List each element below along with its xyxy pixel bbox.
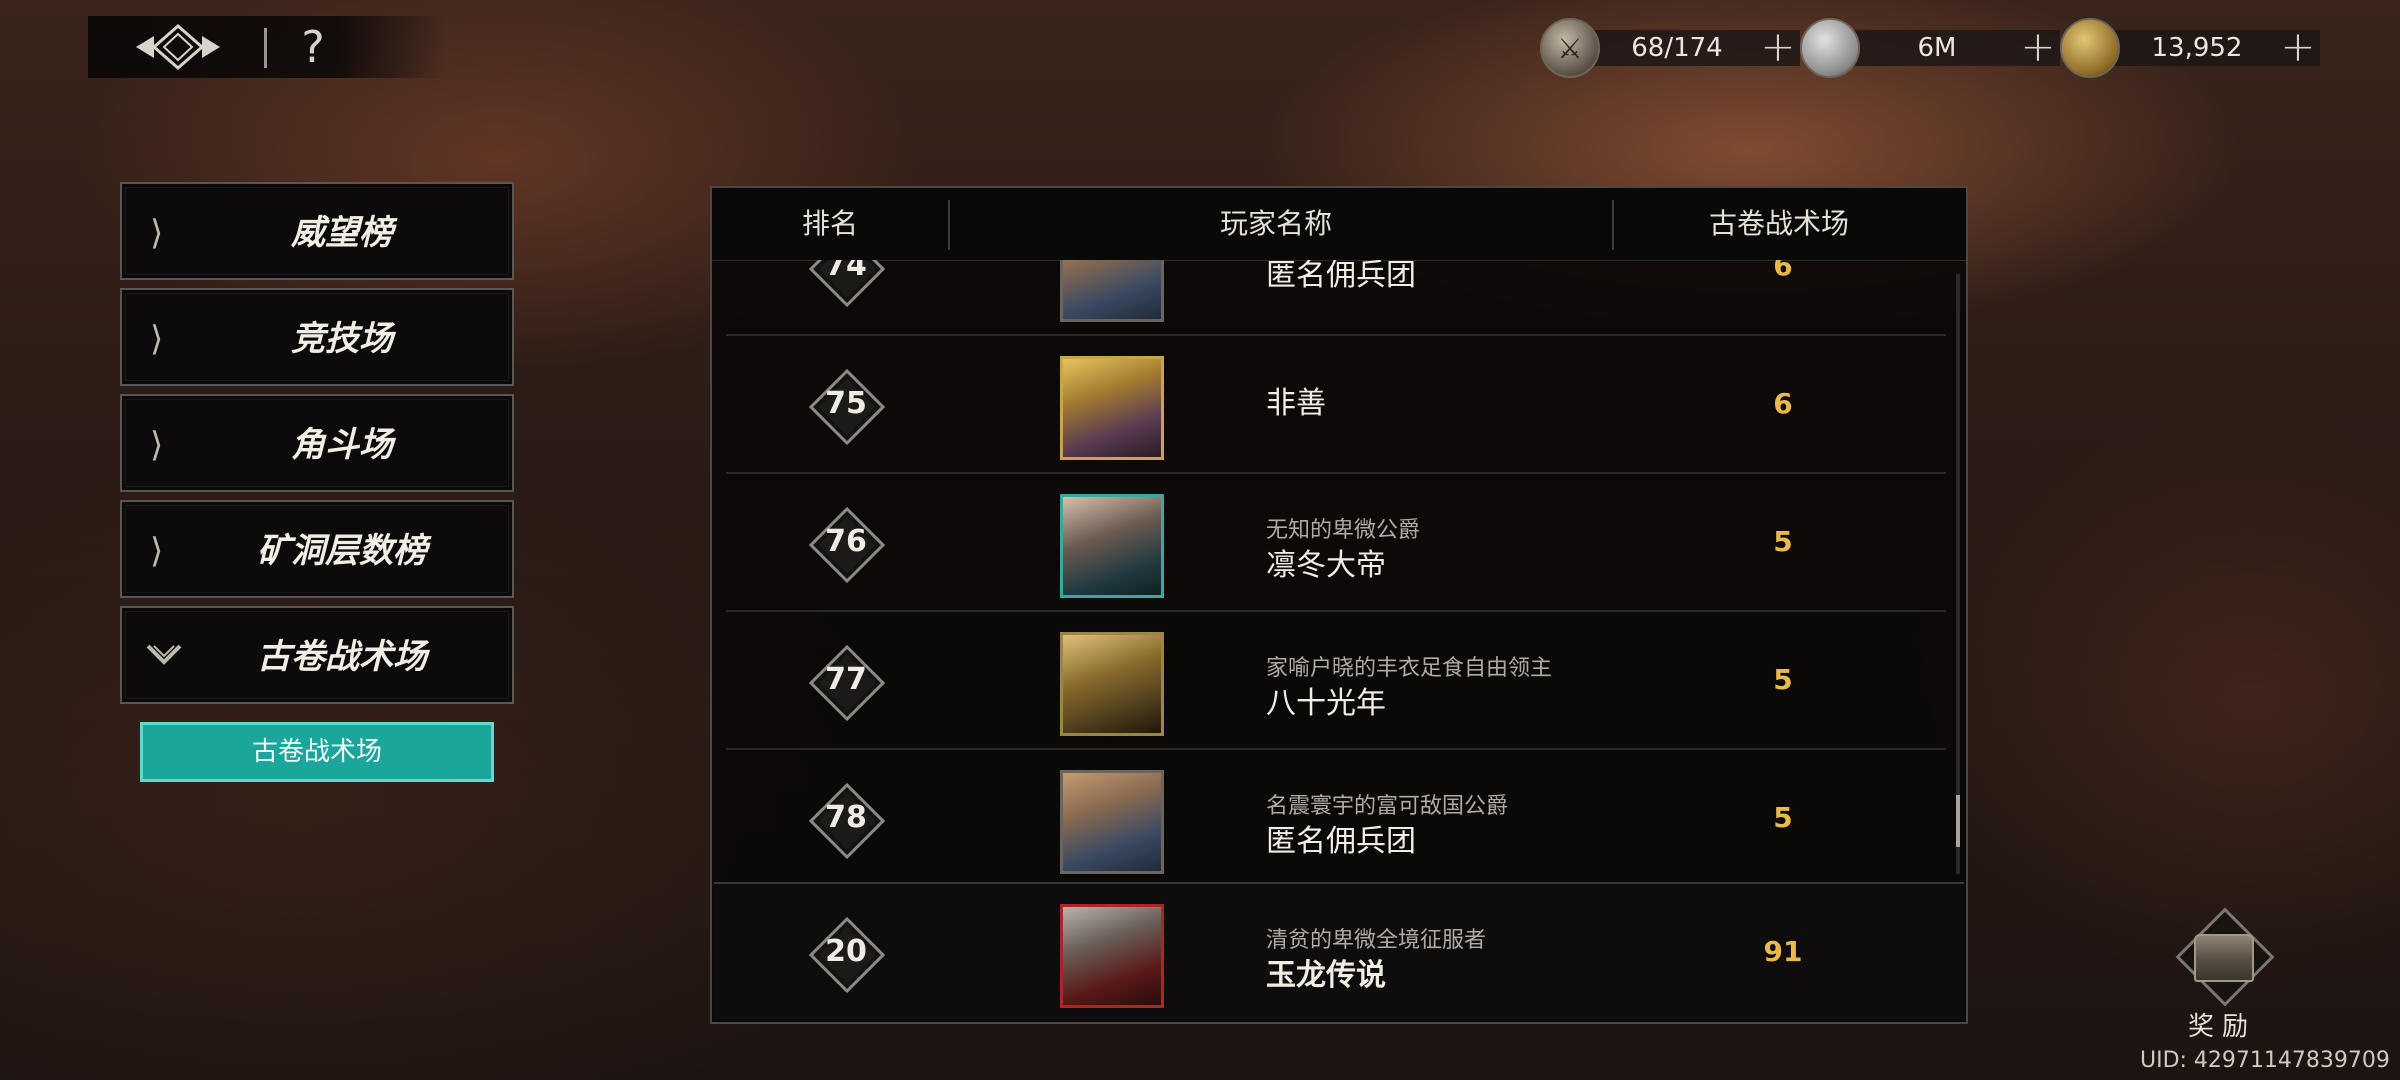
player-name: 匿名佣兵团 bbox=[1266, 824, 1416, 859]
divider bbox=[264, 28, 267, 68]
score: 5 bbox=[1773, 801, 1793, 834]
player-name: 匿名佣兵团 bbox=[1266, 260, 1416, 293]
reward-label: 奖励 bbox=[2187, 1012, 2256, 1042]
avatar bbox=[1060, 494, 1164, 598]
score: 5 bbox=[1773, 663, 1793, 696]
score: 6 bbox=[1773, 260, 1793, 282]
currency-stamina: ⚔ 68/174 + bbox=[1540, 18, 1810, 78]
sidebar-item-label: 威望榜 bbox=[291, 213, 393, 253]
silver-coin-icon bbox=[1800, 18, 1860, 78]
add-stamina-button[interactable]: + bbox=[1760, 26, 1796, 68]
user-id: UID: 42971147839709 bbox=[2140, 1048, 2390, 1073]
sidebar-item-mine-depth[interactable]: ⟩ 矿洞层数榜 bbox=[120, 500, 514, 598]
chevron-right-icon: ⟩ bbox=[150, 319, 164, 359]
sidebar-item-label: 矿洞层数榜 bbox=[257, 531, 427, 571]
table-row[interactable]: 78 名震寰宇的富可敌国公爵 匿名佣兵团 5 bbox=[726, 750, 1946, 880]
rank-number: 20 bbox=[825, 934, 867, 969]
top-left-bar: ? bbox=[88, 16, 448, 78]
player-name: 非善 bbox=[1266, 386, 1326, 421]
score: 5 bbox=[1773, 525, 1793, 558]
table-row[interactable]: 75 非善 6 bbox=[726, 336, 1946, 474]
rank-number: 76 bbox=[825, 524, 867, 559]
table-row: 20 清贫的卑微全境征服者 玉龙传说 91 bbox=[726, 884, 1946, 1020]
rank-number: 78 bbox=[825, 800, 867, 835]
sidebar-subitem-scroll-tactics[interactable]: 古卷战术场 bbox=[140, 722, 494, 782]
leaderboard-list[interactable]: 74 匿名佣兵团 6 75 非善 6 76 无知的卑微公爵 凛冬大帝 5 77 bbox=[712, 260, 1966, 880]
currency-silver: 6M + bbox=[1800, 18, 2070, 78]
reward-button[interactable]: 奖励 bbox=[2168, 907, 2276, 1042]
sidebar-item-prestige[interactable]: ⟩ 威望榜 bbox=[120, 182, 514, 280]
column-header-rank: 排名 bbox=[801, 207, 858, 240]
add-gold-button[interactable]: + bbox=[2280, 26, 2316, 68]
avatar bbox=[1060, 904, 1164, 1008]
sidebar-item-arena[interactable]: ⟩ 竞技场 bbox=[120, 288, 514, 386]
sidebar-item-label: 古卷战术场 bbox=[257, 637, 427, 677]
column-header-score: 古卷战术场 bbox=[1708, 207, 1849, 240]
table-row[interactable]: 77 家喻户晓的丰衣足食自由领主 八十光年 5 bbox=[726, 612, 1946, 750]
currency-gold: 13,952 + bbox=[2060, 18, 2330, 78]
add-silver-button[interactable]: + bbox=[2020, 26, 2056, 68]
avatar bbox=[1060, 770, 1164, 874]
table-row[interactable]: 74 匿名佣兵团 6 bbox=[726, 260, 1946, 336]
chevron-right-icon: ⟩ bbox=[150, 425, 164, 465]
player-name: 凛冬大帝 bbox=[1266, 548, 1386, 583]
score: 6 bbox=[1773, 387, 1793, 420]
scrollbar-track[interactable] bbox=[1956, 274, 1960, 874]
avatar bbox=[1060, 356, 1164, 460]
treasure-chest-icon bbox=[2194, 934, 2254, 982]
player-name: 八十光年 bbox=[1266, 686, 1386, 721]
stamina-icon: ⚔ bbox=[1540, 18, 1600, 78]
currency-value: 6M bbox=[1917, 33, 1957, 63]
column-header-player-name: 玩家名称 bbox=[1219, 207, 1332, 240]
sidebar-item-label: 竞技场 bbox=[291, 319, 393, 359]
rank-number: 75 bbox=[825, 386, 867, 421]
chevron-down-icon bbox=[144, 636, 182, 674]
table-row[interactable]: 76 无知的卑微公爵 凛冬大帝 5 bbox=[726, 474, 1946, 612]
rank-number: 74 bbox=[825, 260, 867, 283]
emblem-back-icon[interactable] bbox=[130, 22, 226, 72]
chevron-right-icon: ⟩ bbox=[150, 213, 164, 253]
help-button[interactable]: ? bbox=[288, 22, 338, 73]
leaderboard-panel: 排名 玩家名称 古卷战术场 74 匿名佣兵团 6 75 非善 6 76 无知的卑… bbox=[710, 186, 1968, 1024]
table-header: 排名 玩家名称 古卷战术场 bbox=[712, 188, 1966, 261]
sidebar-item-scroll-tactics[interactable]: 古卷战术场 bbox=[120, 606, 514, 704]
scrollbar-thumb[interactable] bbox=[1956, 794, 1960, 847]
sidebar-item-label: 角斗场 bbox=[291, 425, 393, 465]
score: 91 bbox=[1763, 935, 1803, 968]
currency-value: 13,952 bbox=[2151, 33, 2243, 63]
rank-number: 77 bbox=[825, 662, 867, 697]
avatar bbox=[1060, 632, 1164, 736]
my-rank-row[interactable]: 20 清贫的卑微全境征服者 玉龙传说 91 bbox=[714, 882, 1964, 1020]
player-name: 玉龙传说 bbox=[1266, 958, 1386, 993]
sidebar-item-colosseum[interactable]: ⟩ 角斗场 bbox=[120, 394, 514, 492]
chevron-right-icon: ⟩ bbox=[150, 531, 164, 571]
avatar bbox=[1060, 260, 1164, 322]
gold-coin-icon bbox=[2060, 18, 2120, 78]
currency-value: 68/174 bbox=[1631, 33, 1723, 63]
